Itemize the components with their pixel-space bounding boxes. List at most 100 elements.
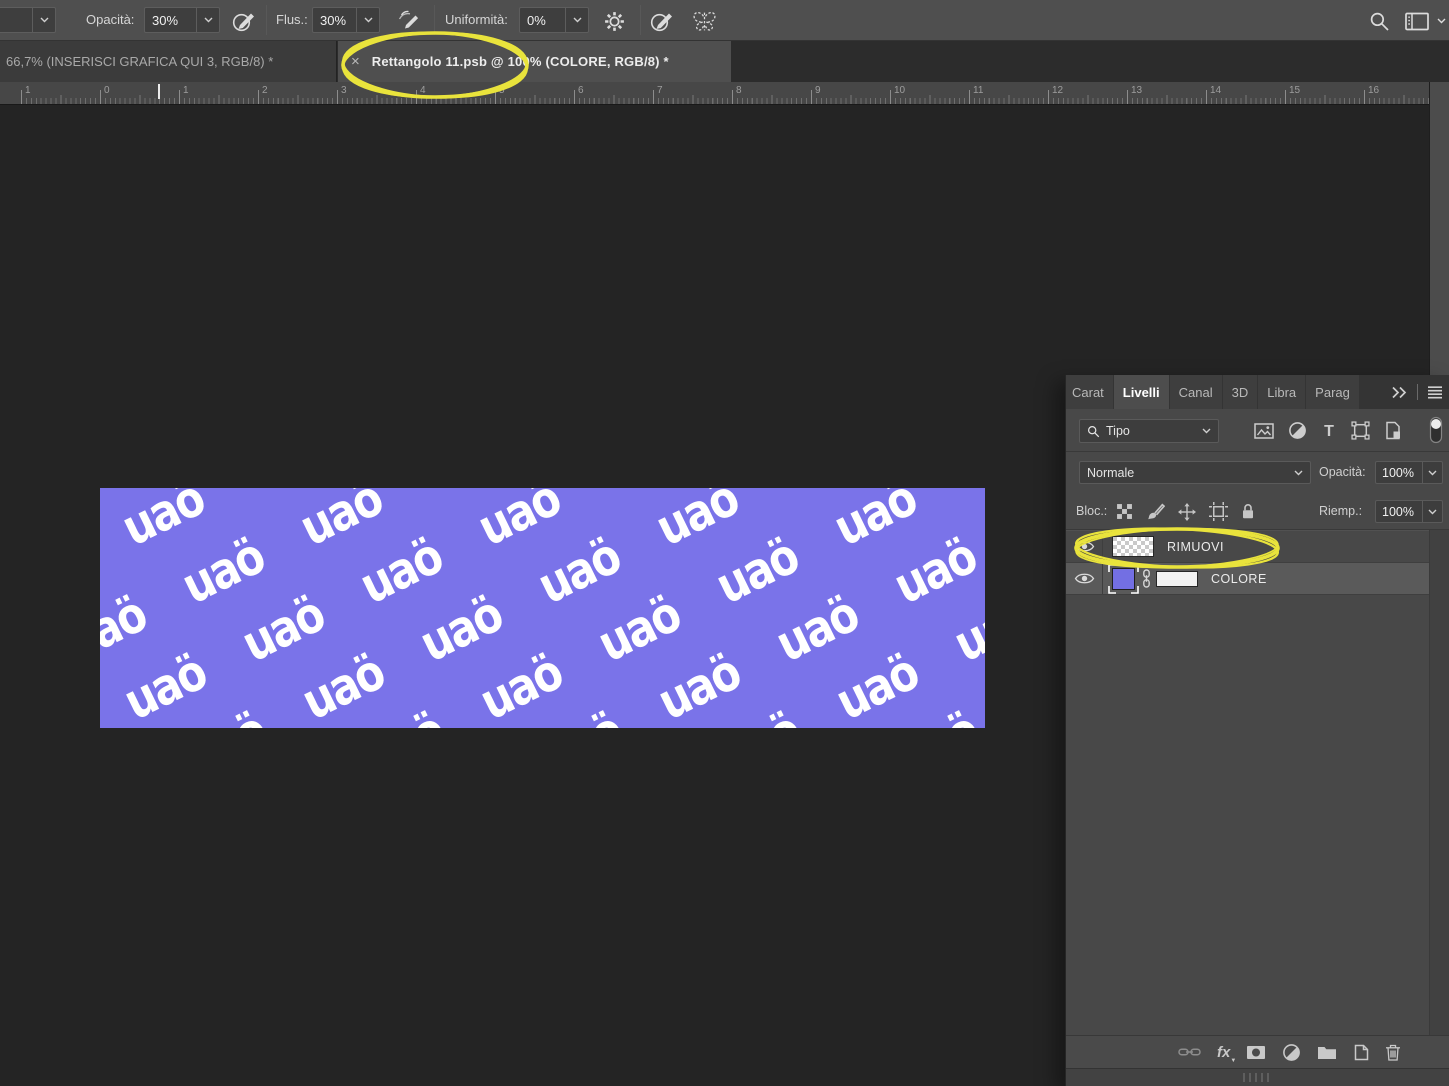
brush-preset-value (0, 8, 32, 32)
layer-row-rimuovi[interactable]: RIMUOVI (1066, 531, 1429, 563)
panel-tab-divider (1417, 384, 1418, 400)
ruler-major-tick (1285, 90, 1286, 104)
chevron-down-icon (1202, 428, 1211, 434)
brush-preset-select[interactable] (0, 7, 56, 33)
shape-layer-filter-icon[interactable] (1351, 421, 1370, 440)
layer-visibility-eye-icon[interactable] (1066, 563, 1103, 594)
lock-artboard-icon[interactable] (1209, 502, 1228, 521)
ruler-major-tick (1206, 90, 1207, 104)
blend-mode-select[interactable]: Normale (1079, 461, 1311, 484)
layer-name[interactable]: RIMUOVI (1167, 540, 1224, 554)
layer-row-colore[interactable]: COLORE (1066, 563, 1429, 595)
ruler-major-tick (1048, 90, 1049, 104)
document-tab-bar: 66,7% (INSERISCI GRAFICA QUI 3, RGB/8) *… (0, 41, 1449, 82)
mask-link-icon[interactable] (1140, 569, 1153, 588)
layer-thumbnail-target[interactable] (1108, 564, 1139, 594)
opacity-value[interactable]: 30% (145, 8, 196, 32)
chevron-down-icon[interactable] (356, 8, 379, 32)
opacity-pressure-icon[interactable] (231, 8, 257, 34)
lock-transparency-icon[interactable] (1116, 503, 1133, 520)
layers-panel-footer: fx▼ (1066, 1035, 1449, 1068)
panel-tab-canal[interactable]: Canal (1170, 375, 1222, 409)
panel-tab-parag[interactable]: Parag (1306, 375, 1359, 409)
chevron-down-icon[interactable] (32, 8, 55, 32)
canvas-pattern-text: uaö (945, 585, 985, 674)
layers-panel: CaratLivelliCanal3DLibraParag Tipo T Nor… (1065, 375, 1449, 1086)
canvas-pattern-text: uaö (885, 527, 985, 616)
paint-symmetry-icon[interactable] (691, 8, 717, 34)
search-icon (1087, 425, 1100, 438)
panel-menu-icon[interactable] (1421, 375, 1449, 409)
ruler-number: 16 (1368, 85, 1379, 96)
layer-mask-thumbnail[interactable] (1156, 571, 1198, 587)
lock-position-icon[interactable] (1178, 503, 1196, 521)
layer-style-icon[interactable]: fx▼ (1217, 1045, 1230, 1060)
type-layer-filter-icon[interactable]: T (1321, 422, 1337, 439)
horizontal-ruler[interactable]: 1012345678910111213141516 (0, 82, 1429, 105)
new-group-icon[interactable] (1317, 1045, 1337, 1060)
canvas-pattern-text: uaö (529, 527, 629, 616)
lock-pixels-icon[interactable] (1146, 502, 1165, 521)
search-icon[interactable] (1366, 8, 1392, 34)
canvas-pattern-text: uaö (827, 643, 927, 728)
airbrush-icon[interactable] (397, 8, 423, 34)
chevron-down-icon[interactable] (1422, 462, 1442, 483)
layer-filter-toggle[interactable] (1429, 416, 1443, 444)
panel-opacity-field[interactable]: 100% (1375, 461, 1443, 484)
lock-all-icon[interactable] (1241, 503, 1255, 520)
ruler-number: 13 (1131, 85, 1142, 96)
add-mask-icon[interactable] (1246, 1045, 1266, 1060)
close-icon[interactable]: × (351, 53, 360, 70)
smoothing-gear-icon[interactable] (601, 8, 627, 34)
document-tab-inactive[interactable]: 66,7% (INSERISCI GRAFICA QUI 3, RGB/8) * (0, 41, 337, 82)
chevron-down-icon: ▼ (1230, 1058, 1236, 1064)
panel-opacity-value[interactable]: 100% (1376, 462, 1422, 483)
fill-value[interactable]: 100% (1376, 501, 1422, 522)
link-layers-icon[interactable] (1178, 1046, 1201, 1058)
chevron-down-icon[interactable] (196, 8, 219, 32)
ruler-number: 4 (420, 85, 426, 96)
canvas-pattern-text: uaö (351, 527, 451, 616)
panel-overflow-icon[interactable] (1385, 375, 1414, 409)
size-pressure-icon[interactable] (649, 8, 675, 34)
chevron-down-icon[interactable] (1434, 8, 1448, 34)
layer-name[interactable]: COLORE (1211, 572, 1267, 586)
document-tab-active[interactable]: × Rettangolo 11.psb @ 100% (COLORE, RGB/… (338, 41, 731, 82)
layer-filter-type-select[interactable]: Tipo (1079, 419, 1219, 443)
panel-tab-libra[interactable]: Libra (1258, 375, 1305, 409)
flow-field[interactable]: 30% (312, 7, 380, 33)
panel-tab-livelli[interactable]: Livelli (1114, 375, 1169, 409)
layer-filter-icons: T (1254, 421, 1402, 440)
opacity-field[interactable]: 30% (144, 7, 220, 33)
smoothing-field[interactable]: 0% (519, 7, 589, 33)
toolbar-divider (266, 5, 267, 35)
layers-scroll-gutter[interactable] (1429, 530, 1449, 1035)
adjustment-layer-filter-icon[interactable] (1288, 421, 1307, 440)
ruler-number: 7 (657, 85, 663, 96)
panel-tab-carat[interactable]: Carat (1066, 375, 1113, 409)
canvas-pattern-text: uaö (647, 488, 747, 557)
fx-label: fx (1217, 1045, 1230, 1060)
canvas-pattern-text: uaö (293, 643, 393, 728)
ruler-major-tick (21, 90, 22, 104)
panel-tab-3d[interactable]: 3D (1223, 375, 1258, 409)
layer-thumbnail-transparent[interactable] (1112, 536, 1154, 557)
canvas-pattern-text: uaö (100, 585, 155, 674)
document-canvas[interactable]: uaöuaöuaöuaöuaöuaöuaöuaöuaöuaöuaöuaöuaöu… (100, 488, 985, 728)
smoothing-value[interactable]: 0% (520, 8, 565, 32)
workspace-icon[interactable] (1402, 8, 1432, 34)
svg-text:T: T (1324, 423, 1334, 439)
fill-field[interactable]: 100% (1375, 500, 1443, 523)
chevron-down-icon[interactable] (565, 8, 588, 32)
delete-layer-icon[interactable] (1385, 1044, 1401, 1061)
new-adjustment-icon[interactable] (1282, 1043, 1301, 1062)
flow-value[interactable]: 30% (313, 8, 356, 32)
drag-handle[interactable] (1243, 1073, 1273, 1082)
chevron-down-icon[interactable] (1422, 501, 1442, 522)
layer-visibility-eye-icon[interactable] (1066, 531, 1103, 562)
pixel-layer-filter-icon[interactable] (1254, 423, 1274, 439)
ruler-major-tick (890, 90, 891, 104)
panel-resize-strip[interactable] (1066, 1068, 1449, 1086)
new-layer-icon[interactable] (1353, 1044, 1369, 1061)
smart-object-filter-icon[interactable] (1384, 421, 1402, 440)
